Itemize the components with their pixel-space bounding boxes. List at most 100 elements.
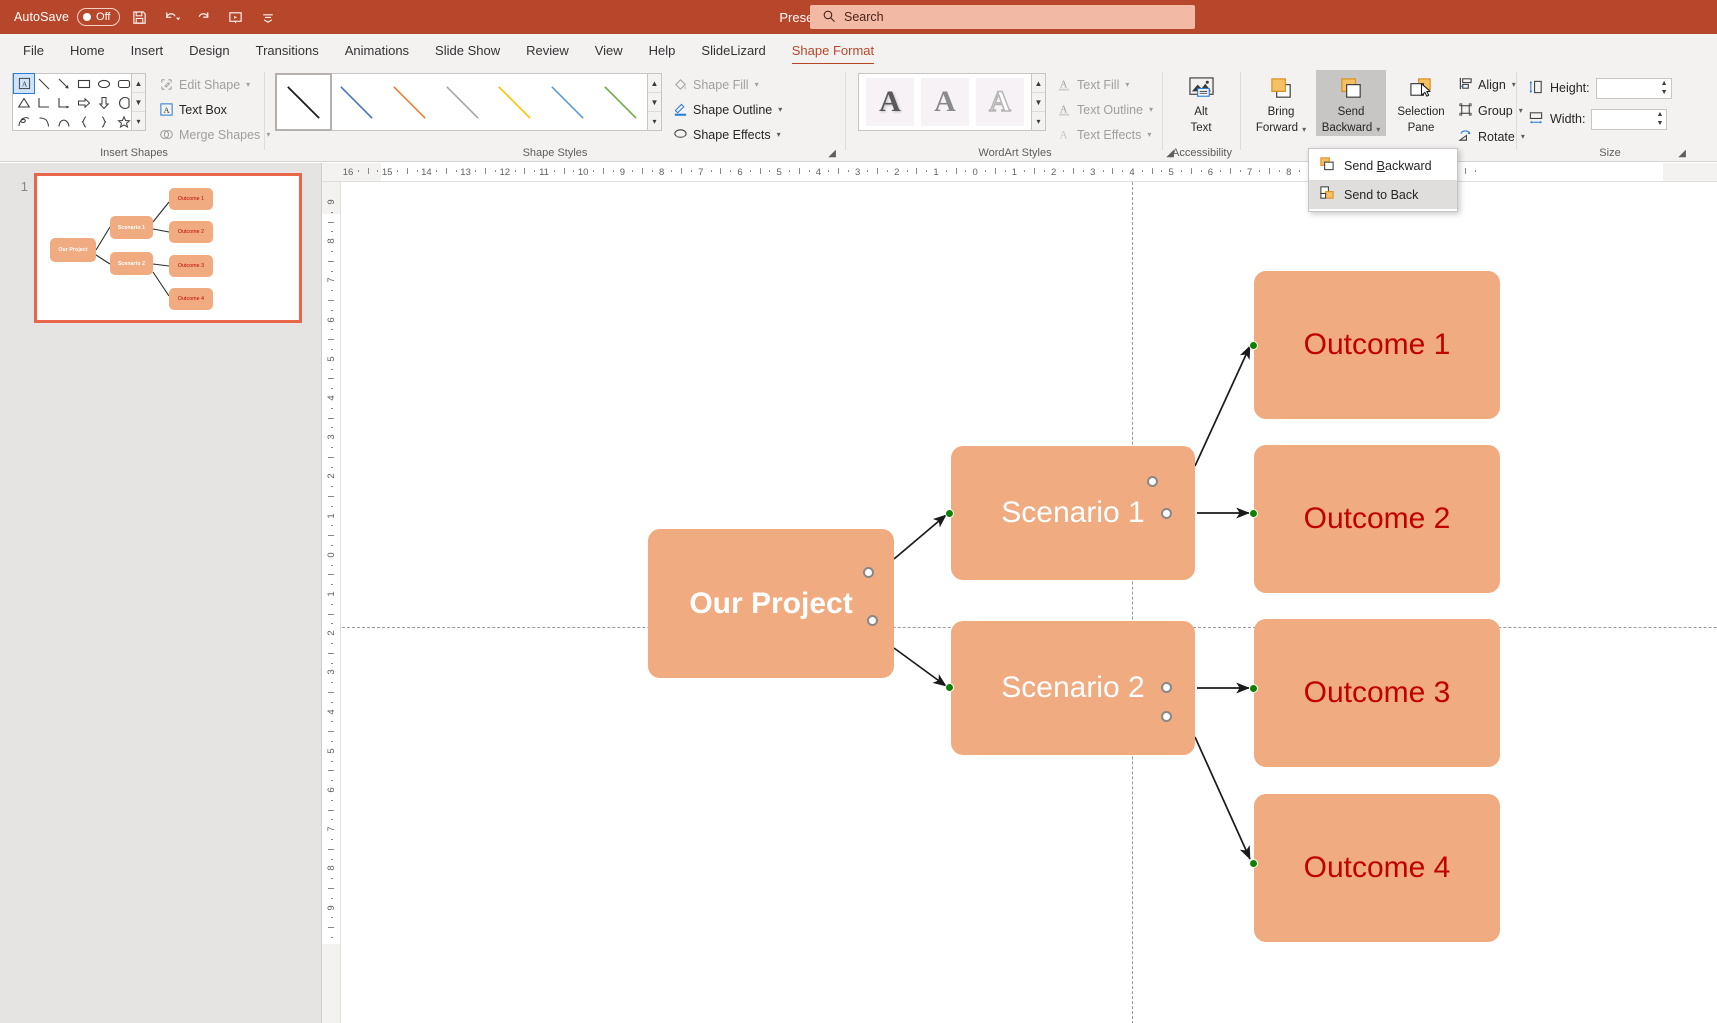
width-input[interactable]: ▲▼ — [1591, 109, 1667, 130]
send-backward-dropdown[interactable]: Send Backward Send to Back — [1308, 148, 1458, 212]
shape-style-5[interactable] — [541, 75, 594, 129]
text-effects-button[interactable]: A Text Effects ▾ — [1052, 124, 1157, 145]
shape-outcome-3[interactable]: Outcome 3 — [1254, 619, 1500, 767]
wordart-sample-2[interactable]: A — [976, 78, 1024, 126]
connection-handle-scn1-top[interactable] — [1147, 476, 1158, 487]
redo-icon[interactable] — [192, 5, 216, 29]
shape-scenario-1[interactable]: Scenario 1 — [951, 446, 1195, 580]
shape-outcome-4[interactable]: Outcome 4 — [1254, 794, 1500, 942]
menu-item-send-to-back[interactable]: Send to Back — [1309, 180, 1457, 209]
shape-style-6[interactable] — [594, 75, 647, 129]
wordart-gallery[interactable]: A A A — [858, 73, 1032, 131]
shape-arc-icon[interactable] — [54, 112, 74, 131]
scroll-more-icon[interactable]: ▾ — [1032, 112, 1045, 130]
start-presentation-icon[interactable] — [224, 5, 248, 29]
height-spinner[interactable]: ▲▼ — [1658, 79, 1671, 98]
selected-endpoint-out1-left[interactable] — [1249, 341, 1258, 350]
search-box[interactable]: Search — [810, 5, 1195, 29]
spin-down-icon[interactable]: ▼ — [1656, 120, 1663, 127]
shape-scribble-icon[interactable] — [14, 112, 34, 131]
spin-up-icon[interactable]: ▲ — [1656, 111, 1663, 118]
vertical-ruler[interactable]: 9876543210123456789 — [322, 182, 341, 1023]
shape-outline-button[interactable]: Shape Outline ▾ — [668, 99, 786, 120]
selected-endpoint-scn1-left[interactable] — [945, 509, 954, 518]
connection-handle-scn2-bottom[interactable] — [1161, 711, 1172, 722]
tab-animations[interactable]: Animations — [332, 39, 422, 64]
scroll-up-icon[interactable]: ▲ — [1032, 74, 1045, 93]
text-outline-button[interactable]: A Text Outline ▾ — [1052, 99, 1157, 120]
group-button[interactable]: Group ▾ — [1458, 99, 1525, 122]
chevron-down-icon[interactable]: ▾ — [1376, 125, 1380, 134]
connection-handle-project-bottom[interactable] — [867, 615, 878, 626]
size-dialog-launcher[interactable]: ◢ — [1678, 148, 1686, 159]
tab-slidelizard[interactable]: SlideLizard — [688, 39, 778, 64]
shape-elbow-arrow-icon[interactable] — [54, 93, 74, 112]
connection-handle-scn2-top[interactable] — [1161, 682, 1172, 693]
scroll-up-icon[interactable]: ▲ — [132, 74, 145, 93]
selected-endpoint-out4-left[interactable] — [1249, 859, 1258, 868]
shape-right-arrow-icon[interactable] — [74, 93, 94, 112]
text-box-button[interactable]: A Text Box — [154, 99, 274, 120]
shape-styles-dialog-launcher[interactable]: ◢ — [828, 148, 836, 159]
shape-star-icon[interactable] — [114, 112, 134, 131]
scroll-up-icon[interactable]: ▲ — [648, 74, 661, 93]
shape-elbow-connector-icon[interactable] — [34, 93, 54, 112]
shape-outcome-2[interactable]: Outcome 2 — [1254, 445, 1500, 593]
tab-design[interactable]: Design — [176, 39, 242, 64]
shape-rectangle-icon[interactable] — [74, 74, 94, 93]
tab-help[interactable]: Help — [636, 39, 689, 64]
shape-oval-icon[interactable] — [94, 74, 114, 93]
shape-textbox-icon[interactable]: A — [14, 74, 34, 93]
shape-style-1[interactable] — [330, 75, 383, 129]
slide-thumbnail-1[interactable]: Our Project Scenario 1 Scenario 2 Outcom… — [34, 173, 302, 323]
shape-curve-icon[interactable] — [34, 112, 54, 131]
tab-review[interactable]: Review — [513, 39, 582, 64]
shape-style-3[interactable] — [436, 75, 489, 129]
save-icon[interactable] — [128, 5, 152, 29]
shape-style-0[interactable] — [277, 75, 330, 129]
slide-editing-surface[interactable]: Our Project Scenario 1 Scenario 2 Outcom… — [400, 214, 1682, 944]
align-button[interactable]: Align ▾ — [1458, 73, 1525, 96]
horizontal-ruler[interactable]: 161514131211109876543210123456789101112 — [322, 163, 1717, 182]
shape-outcome-1[interactable]: Outcome 1 — [1254, 271, 1500, 419]
tab-view[interactable]: View — [582, 39, 636, 64]
undo-icon[interactable] — [160, 5, 184, 29]
shape-rounded-rectangle-icon[interactable] — [114, 74, 134, 93]
shape-left-brace-icon[interactable] — [74, 112, 94, 131]
tab-slide-show[interactable]: Slide Show — [422, 39, 513, 64]
scroll-down-icon[interactable]: ▼ — [1032, 93, 1045, 112]
bring-forward-button[interactable]: Bring Forward ▾ — [1248, 70, 1314, 136]
alt-text-button[interactable]: Alt Text — [1172, 70, 1230, 136]
connection-handle-scn1-bottom[interactable] — [1161, 508, 1172, 519]
shape-line-icon[interactable] — [34, 74, 54, 93]
width-spinner[interactable]: ▲▼ — [1653, 110, 1666, 129]
selected-endpoint-out2-left[interactable] — [1249, 509, 1258, 518]
slide-canvas-area[interactable]: Our Project Scenario 1 Scenario 2 Outcom… — [341, 182, 1717, 1023]
shapes-gallery-scroll[interactable]: ▲ ▼ ▾ — [132, 73, 146, 131]
shape-triangle-icon[interactable] — [14, 93, 34, 112]
shapes-gallery[interactable]: A — [12, 73, 132, 131]
selected-endpoint-scn2-left[interactable] — [945, 683, 954, 692]
wordart-sample-1[interactable]: A — [921, 78, 969, 126]
shape-pie-icon[interactable] — [114, 93, 134, 112]
tab-home[interactable]: Home — [57, 39, 118, 64]
selection-pane-button[interactable]: Selection Pane — [1388, 70, 1454, 136]
customize-quick-access-icon[interactable] — [256, 5, 280, 29]
merge-shapes-button[interactable]: Merge Shapes ▾ — [154, 124, 274, 145]
spin-up-icon[interactable]: ▲ — [1661, 80, 1668, 87]
scroll-down-icon[interactable]: ▼ — [648, 93, 661, 112]
tab-shape-format[interactable]: Shape Format — [779, 39, 887, 64]
shape-down-arrow-icon[interactable] — [94, 93, 114, 112]
connection-handle-project-top[interactable] — [863, 567, 874, 578]
tab-insert[interactable]: Insert — [118, 39, 177, 64]
rotate-button[interactable]: Rotate ▾ — [1458, 125, 1525, 148]
thumbnail-row[interactable]: 1 Our Project Scenario 1 Scenario 2 Outc… — [10, 173, 302, 323]
menu-item-send-backward[interactable]: Send Backward — [1309, 151, 1457, 180]
tab-file[interactable]: File — [10, 39, 57, 64]
scroll-more-icon[interactable]: ▾ — [648, 112, 661, 130]
selected-endpoint-out3-left[interactable] — [1249, 684, 1258, 693]
shape-scenario-2[interactable]: Scenario 2 — [951, 621, 1195, 755]
text-fill-button[interactable]: A Text Fill ▾ — [1052, 74, 1157, 95]
wordart-sample-0[interactable]: A — [866, 78, 914, 126]
edit-shape-button[interactable]: Edit Shape ▾ — [154, 74, 274, 95]
